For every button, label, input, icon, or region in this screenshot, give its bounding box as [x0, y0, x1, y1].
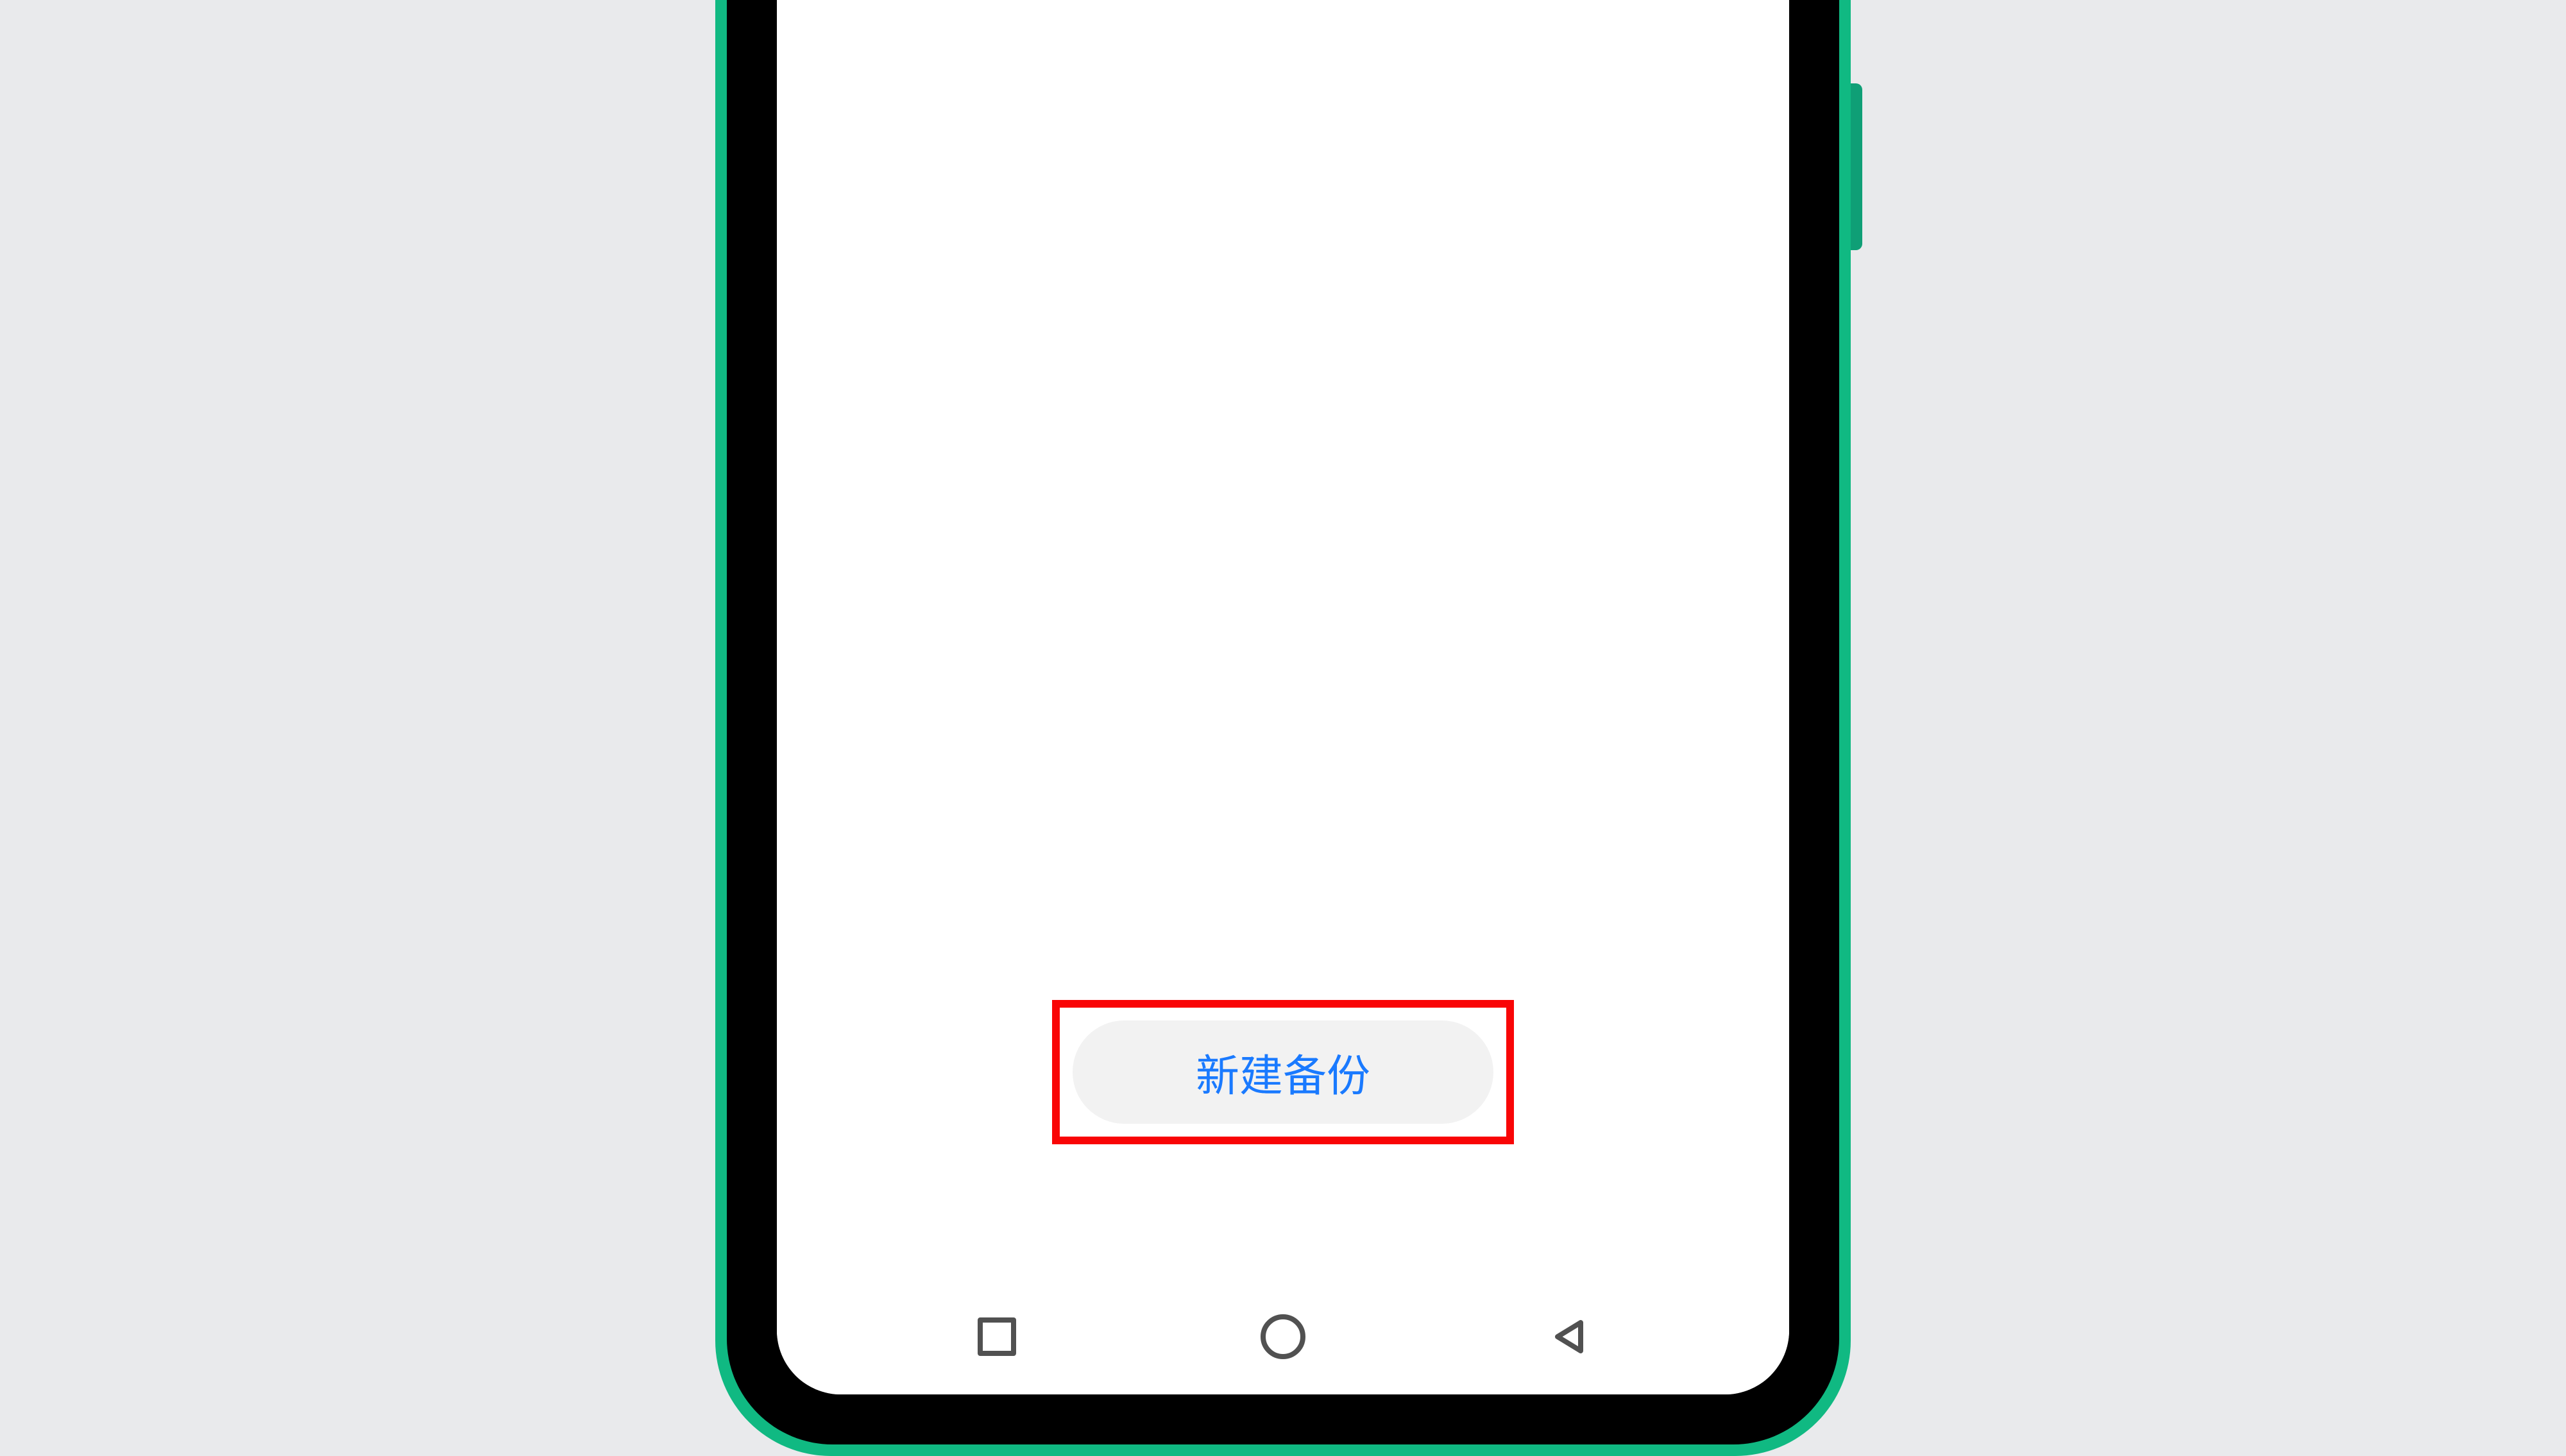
square-icon — [978, 1317, 1016, 1356]
new-backup-button-label: 新建备份 — [1196, 1040, 1370, 1104]
app-content-area: 新建备份 — [777, 0, 1789, 1292]
phone-bezel: 新建备份 — [745, 0, 1821, 1426]
triangle-back-icon — [1549, 1316, 1590, 1357]
android-nav-bar — [777, 1292, 1789, 1394]
nav-home-button[interactable] — [1254, 1308, 1312, 1366]
circle-icon — [1261, 1314, 1305, 1359]
nav-recent-button[interactable] — [968, 1308, 1026, 1366]
highlight-box-annotation: 新建备份 — [1052, 1000, 1514, 1144]
phone-frame: 新建备份 — [715, 0, 1851, 1456]
new-backup-button[interactable]: 新建备份 — [1073, 1020, 1493, 1124]
nav-back-button[interactable] — [1540, 1308, 1598, 1366]
phone-inner-frame: 新建备份 — [727, 0, 1839, 1444]
phone-screen: 新建备份 — [777, 0, 1789, 1394]
phone-side-button — [1851, 83, 1862, 250]
